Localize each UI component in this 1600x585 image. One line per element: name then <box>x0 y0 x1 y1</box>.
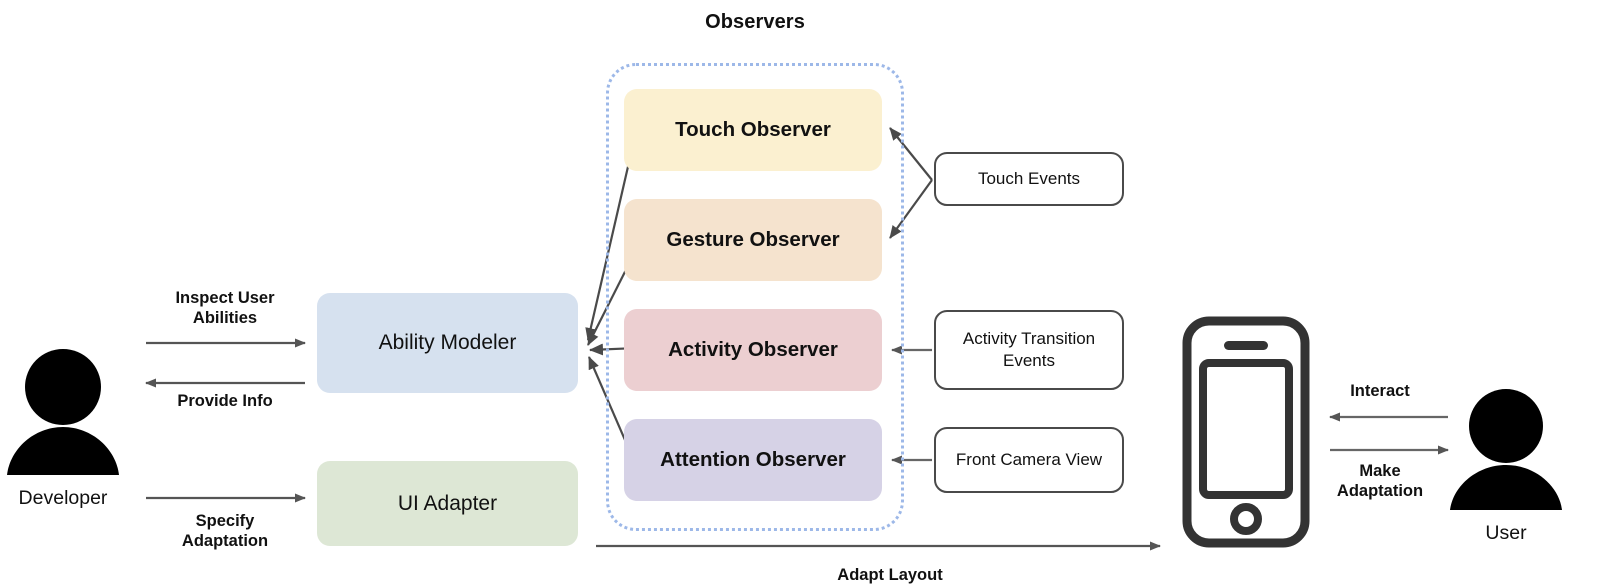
actor-label: Developer <box>18 487 108 509</box>
observer-label: Touch Observer <box>675 117 831 141</box>
module-label: Ability Modeler <box>378 331 517 354</box>
module-box-ui-adapter[interactable]: UI Adapter <box>317 461 578 546</box>
actor-user[interactable]: User <box>1443 388 1569 545</box>
observer-box-attention[interactable]: Attention Observer <box>624 419 882 501</box>
event-label: Activity Transition Events <box>962 329 1096 370</box>
observer-label: Attention Observer <box>660 447 846 471</box>
observer-label: Activity Observer <box>668 337 838 361</box>
module-label: UI Adapter <box>397 491 498 515</box>
event-box-touch-events[interactable]: Touch Events <box>934 152 1124 206</box>
smartphone-icon <box>1182 316 1310 548</box>
event-label: Front Camera View <box>955 450 1103 470</box>
actor-label: User <box>1485 522 1527 544</box>
edge-label-specify-adaptation: Specify Adaptation <box>181 512 269 551</box>
device-smartphone[interactable] <box>1181 316 1311 553</box>
actor-developer[interactable]: Developer <box>2 347 124 510</box>
event-box-front-camera-view[interactable]: Front Camera View <box>934 427 1124 493</box>
diagram-canvas: Observers Touch Observer Gesture Observe… <box>0 0 1600 584</box>
edge-label-adapt-layout: Adapt Layout <box>837 566 943 584</box>
person-icon <box>7 349 119 475</box>
module-box-ability-modeler[interactable]: Ability Modeler <box>317 293 578 393</box>
edge-label-interact: Interact <box>1350 382 1410 400</box>
observers-group-title: Observers <box>705 11 805 33</box>
observer-box-gesture[interactable]: Gesture Observer <box>624 199 882 281</box>
edge-label-inspect-user-abilities: Inspect User Abilities <box>175 289 275 328</box>
edge-label-make-adaptation: Make Adaptation <box>1336 462 1424 501</box>
observer-label: Gesture Observer <box>666 227 840 251</box>
event-label: Touch Events <box>977 169 1081 189</box>
edge-label-provide-info: Provide Info <box>177 392 273 410</box>
person-icon <box>1450 389 1562 510</box>
event-box-activity-transition-events[interactable]: Activity Transition Events <box>934 310 1124 390</box>
observer-box-touch[interactable]: Touch Observer <box>624 89 882 171</box>
observer-box-activity[interactable]: Activity Observer <box>624 309 882 391</box>
